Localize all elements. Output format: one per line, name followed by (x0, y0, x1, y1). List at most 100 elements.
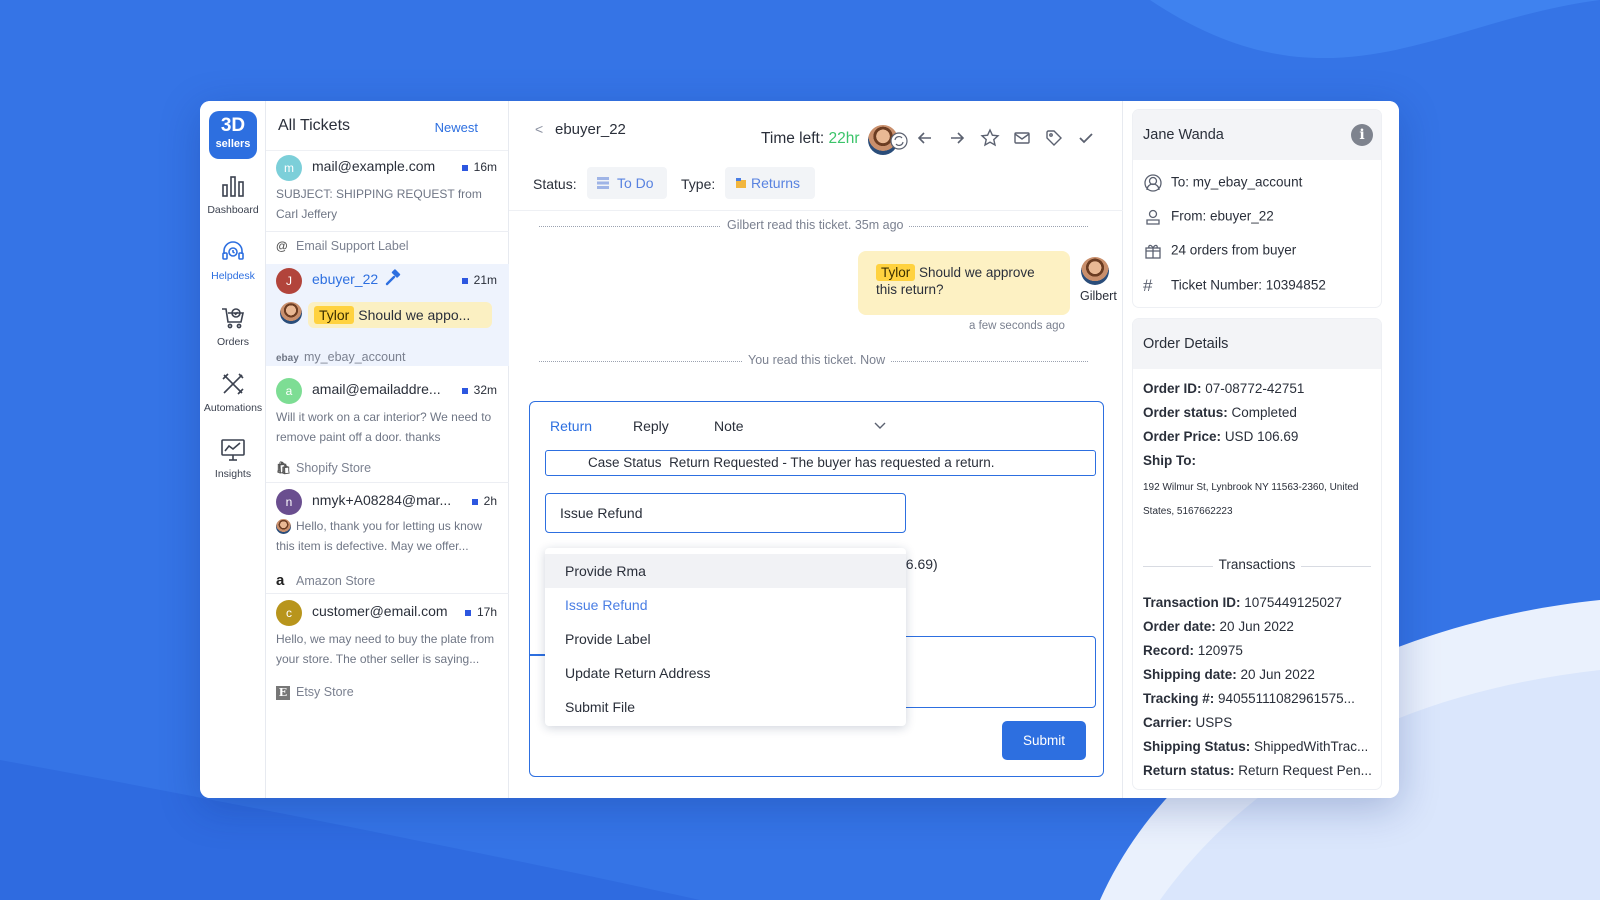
ticket-item[interactable]: a amail@emailaddre... 32m Will it work o… (266, 376, 509, 456)
mail-icon[interactable] (1012, 128, 1032, 148)
group-label-shopify: 🛍 Shopify Store (276, 461, 371, 475)
group-label-text: my_ebay_account (304, 350, 406, 364)
conversation-title: ebuyer_22 (555, 121, 626, 138)
user-download-icon (1146, 209, 1160, 225)
time-left-label: Time left: (761, 130, 825, 147)
transactions-heading: Transactions (1133, 557, 1381, 572)
headset-icon (222, 241, 244, 260)
order-id-value: 07-08772-42751 (1205, 381, 1305, 396)
info-icon[interactable]: i (1351, 124, 1373, 146)
order-id-row: Order ID: 07-08772-42751 (1143, 381, 1304, 396)
returns-package-icon (736, 178, 746, 188)
nav-helpdesk-label: Helpdesk (211, 270, 255, 282)
ticket-from: ebuyer_22 (312, 271, 379, 287)
customer-name: Jane Wanda (1143, 127, 1224, 143)
arrow-left-icon[interactable] (915, 128, 935, 148)
ticket-number: # Ticket Number: 10394852 (1143, 276, 1326, 296)
case-status-label: Case Status (588, 455, 662, 470)
dropdown-option-submit-file[interactable]: Submit File (545, 690, 906, 724)
group-label-text: Email Support Label (296, 239, 409, 253)
group-label-text: Amazon Store (296, 574, 376, 588)
status-label: Status: (533, 176, 577, 192)
divider (266, 482, 509, 483)
order-date-row: Order date: 20 Jun 2022 (1143, 619, 1294, 634)
ticket-snippet: Hello, thank you for letting us know thi… (276, 519, 483, 553)
composer: Return Reply Note Case Status Return Req… (529, 401, 1104, 777)
star-icon[interactable] (980, 128, 1000, 148)
group-label-etsy: E Etsy Store (276, 685, 354, 700)
divider (266, 593, 509, 594)
internal-note-preview[interactable]: Tylor Should we appo... (308, 302, 492, 328)
group-label-amazon: a Amazon Store (276, 572, 375, 589)
submit-button[interactable]: Submit (1002, 721, 1086, 760)
return-action-select[interactable]: Issue Refund (545, 493, 906, 533)
tab-return[interactable]: Return (550, 418, 592, 434)
nav-dashboard[interactable]: Dashboard (200, 173, 266, 216)
ticket-from: nmyk+A08284@mar... (312, 492, 452, 508)
return-status-value: Return Request Pen... (1238, 763, 1372, 778)
etsy-logo-icon: E (276, 686, 290, 700)
order-details-card: Order Details Order ID: 07-08772-42751 O… (1133, 319, 1381, 789)
ticket-item[interactable]: n nmyk+A08284@mar... 2h Hello, thank you… (266, 487, 509, 567)
mention-tag: Tylor (314, 306, 355, 324)
nav-orders[interactable]: Orders (200, 305, 266, 348)
group-label-ebay: ebay my_ebay_account (276, 350, 405, 364)
order-price-value: USD 106.69 (1224, 429, 1299, 444)
nav-automations[interactable]: Automations (200, 371, 266, 414)
order-date-value: 20 Jun 2022 (1219, 619, 1294, 634)
gilbert-avatar (1081, 257, 1109, 285)
tag-icon[interactable] (1044, 128, 1064, 148)
type-chip[interactable]: Returns (725, 167, 815, 199)
ticket-time: 32m (462, 383, 497, 397)
logo[interactable]: 3D sellers (209, 111, 257, 159)
avatar: c (276, 600, 302, 626)
amazon-logo-icon: a (276, 572, 285, 589)
note-timestamp: a few seconds ago (969, 320, 1065, 332)
divider (266, 231, 509, 232)
order-status-value: Completed (1231, 405, 1297, 420)
customer-to: To: my_ebay_account (1143, 174, 1302, 192)
ship-to-address: 192 Wilmur St, Lynbrook NY 11563-2360, U… (1143, 482, 1359, 517)
agent-avatar-photo (280, 302, 302, 324)
ticket-number-text: Ticket Number: 10394852 (1171, 277, 1326, 293)
nav-insights[interactable]: Insights (200, 437, 266, 480)
dropdown-option-provide-label[interactable]: Provide Label (545, 622, 906, 656)
sort-newest-button[interactable]: Newest (435, 120, 478, 135)
ticket-list-header: All Tickets Newest (266, 101, 508, 151)
case-status-value: Return Requested - The buyer has request… (669, 455, 995, 470)
avatar: n (276, 489, 302, 515)
ticket-item[interactable]: m mail@example.com 16m SUBJECT: SHIPPING… (266, 153, 509, 233)
time-left-value: 22hr (828, 130, 860, 147)
chevron-down-icon[interactable] (874, 420, 886, 430)
tab-note[interactable]: Note (714, 418, 744, 434)
tab-reply[interactable]: Reply (633, 418, 669, 434)
carrier-value: USPS (1195, 715, 1233, 730)
transactions-title: Transactions (1212, 557, 1302, 572)
tracking-value[interactable]: 94055111082961575... (1218, 691, 1355, 706)
ticket-snippet: Hello, we may need to buy the plate from… (276, 632, 495, 666)
customer-orders: 24 orders from buyer (1143, 242, 1296, 260)
back-button[interactable]: < (535, 121, 543, 137)
reassign-icon[interactable] (890, 132, 908, 150)
customer-from: From: ebuyer_22 (1143, 208, 1274, 226)
order-details-title: Order Details (1143, 336, 1229, 352)
dropdown-option-issue-refund[interactable]: Issue Refund (545, 588, 906, 622)
gift-box-icon (1145, 244, 1161, 259)
avatar: a (276, 378, 302, 404)
transaction-id-row: Transaction ID: 1075449125027 (1143, 595, 1342, 610)
tracking-row: Tracking #: 94055111082961575... (1143, 691, 1355, 706)
dropdown-option-provide-rma[interactable]: Provide Rma (545, 554, 906, 588)
ticket-item[interactable]: c customer@email.com 17h Hello, we may n… (266, 598, 509, 678)
shipping-status-row: Shipping Status: ShippedWithTrac... (1143, 739, 1368, 754)
ticket-from: customer@email.com (312, 603, 448, 619)
customer-orders-text: 24 orders from buyer (1171, 242, 1297, 258)
nav-helpdesk[interactable]: Helpdesk (200, 239, 266, 282)
type-label: Type: (681, 176, 716, 192)
dropdown-option-update-return-address[interactable]: Update Return Address (545, 656, 906, 690)
checkmark-icon[interactable] (1076, 128, 1096, 148)
arrow-right-icon[interactable] (947, 128, 967, 148)
conversation-panel: < ebuyer_22 Time left: 22hr Status: To D… (509, 101, 1123, 798)
nav-rail: 3D sellers Dashboard Helpdesk Orders Aut… (200, 101, 266, 798)
status-chip[interactable]: To Do (587, 167, 667, 199)
shipping-date-row: Shipping date: 20 Jun 2022 (1143, 667, 1315, 682)
